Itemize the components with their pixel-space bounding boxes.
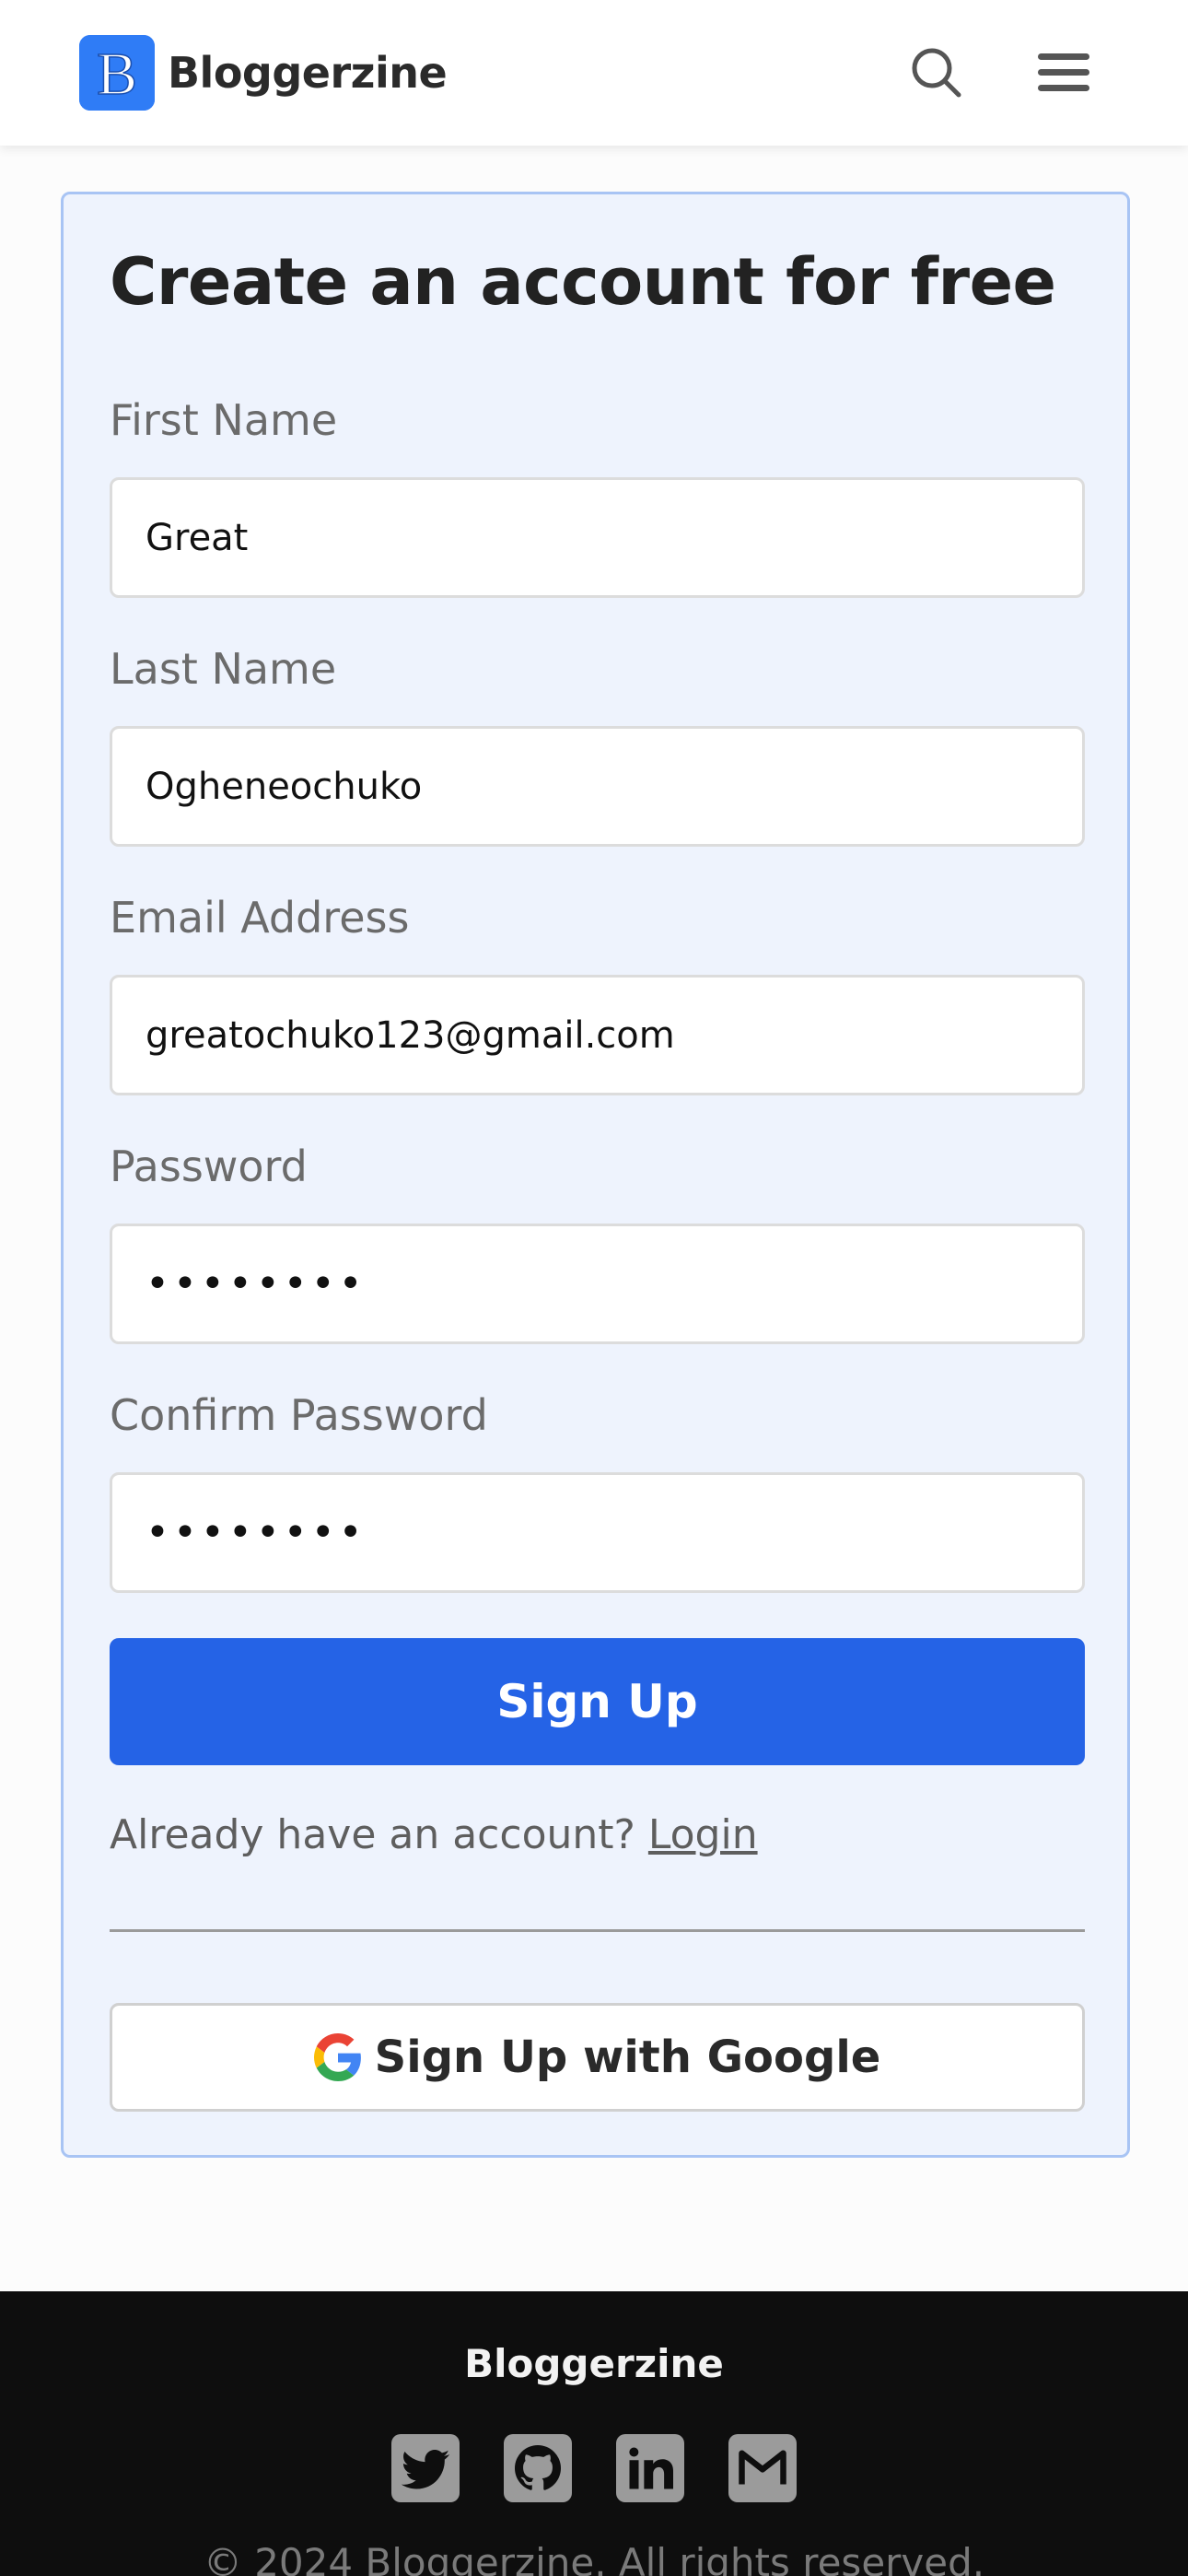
email-field[interactable]: [110, 975, 1085, 1095]
signup-card: Create an account for free First Name La…: [61, 192, 1130, 2158]
google-button-label: Sign Up with Google: [374, 2032, 881, 2083]
twitter-link[interactable]: [391, 2434, 460, 2502]
github-icon: [515, 2445, 561, 2490]
page-title: Create an account for free: [110, 244, 1056, 320]
password-label: Password: [110, 1142, 308, 1191]
first-name-label: First Name: [110, 395, 338, 445]
brand-name: Bloggerzine: [168, 48, 448, 98]
gmail-link[interactable]: [728, 2434, 797, 2502]
github-link[interactable]: [504, 2434, 572, 2502]
search-icon: [912, 48, 961, 98]
password-field[interactable]: [110, 1224, 1085, 1344]
last-name-label: Last Name: [110, 644, 337, 694]
sign-up-button[interactable]: Sign Up: [110, 1638, 1085, 1765]
copyright-text: © 2024 Bloggerzine. All rights reserved.: [203, 2540, 985, 2576]
linkedin-link[interactable]: [616, 2434, 684, 2502]
login-link[interactable]: Login: [648, 1811, 758, 1858]
first-name-field[interactable]: [110, 477, 1085, 598]
brand-link[interactable]: B Bloggerzine: [79, 35, 448, 111]
site-header: B Bloggerzine: [0, 0, 1188, 146]
divider: [110, 1929, 1085, 1932]
footer-brand: Bloggerzine: [464, 2341, 724, 2386]
login-prompt-text: Already have an account?: [110, 1811, 635, 1858]
confirm-password-field[interactable]: [110, 1472, 1085, 1593]
site-footer: Bloggerzine © 2024 Bloggerzine. All righ…: [0, 2291, 1188, 2576]
google-sign-up-button[interactable]: Sign Up with Google: [110, 2003, 1085, 2112]
search-button[interactable]: [904, 41, 969, 105]
menu-button[interactable]: [1031, 41, 1096, 105]
linkedin-icon: [629, 2447, 673, 2489]
gmail-icon: [739, 2450, 786, 2485]
last-name-field[interactable]: [110, 726, 1085, 847]
social-links: [0, 2434, 1188, 2502]
twitter-icon: [401, 2450, 450, 2489]
brand-logo-icon: B: [79, 35, 155, 111]
hamburger-menu-icon: [1038, 53, 1089, 91]
google-icon: [313, 2033, 361, 2081]
login-prompt: Already have an account? Login: [110, 1811, 758, 1858]
svg-text:B: B: [97, 41, 137, 108]
email-label: Email Address: [110, 893, 410, 943]
confirm-password-label: Confirm Password: [110, 1390, 488, 1440]
